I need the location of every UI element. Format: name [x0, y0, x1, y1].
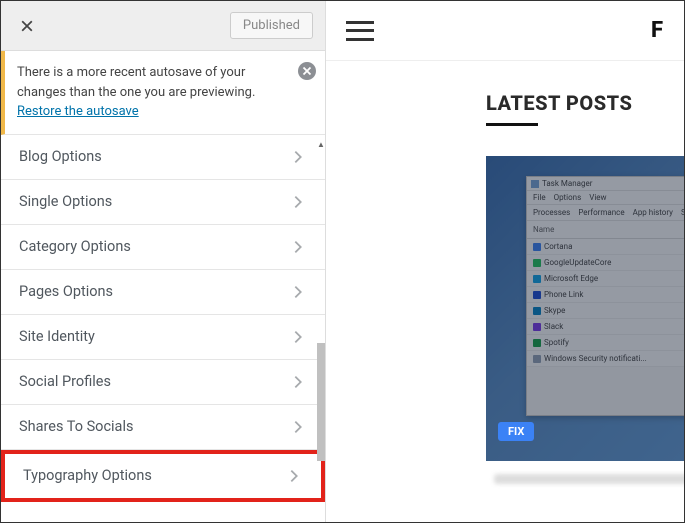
- publish-status-button[interactable]: Published: [230, 12, 313, 39]
- hamburger-menu-button[interactable]: [346, 21, 374, 41]
- chevron-right-icon: [285, 467, 303, 485]
- menu-item-label: Social Profiles: [19, 373, 111, 390]
- menu-item-label: Category Options: [19, 238, 131, 255]
- dismiss-notice-button[interactable]: [297, 61, 317, 81]
- chevron-right-icon: [289, 418, 307, 436]
- menu-item-social-profiles[interactable]: Social Profiles: [1, 360, 325, 405]
- menu-item-label: Site Identity: [19, 328, 95, 345]
- menu-item-site-identity[interactable]: Site Identity: [1, 315, 325, 360]
- menu-item-label: Single Options: [19, 193, 112, 210]
- site-logo-fragment: F: [651, 18, 664, 43]
- menu-item-label: Pages Options: [19, 283, 113, 300]
- chevron-right-icon: [289, 283, 307, 301]
- chevron-right-icon: [289, 373, 307, 391]
- menu-item-label: Typography Options: [23, 467, 152, 484]
- chevron-right-icon: [289, 328, 307, 346]
- menu-item-typography-options[interactable]: Typography Options: [1, 450, 325, 502]
- menu-item-pages-options[interactable]: Pages Options: [1, 270, 325, 315]
- scroll-up-arrow-icon[interactable]: ▲: [317, 140, 325, 148]
- latest-posts-heading: LATEST POSTS: [486, 91, 684, 115]
- menu-item-label: Shares To Socials: [19, 418, 133, 435]
- customizer-menu: Blog Options Single Options Category Opt…: [1, 135, 325, 523]
- heading-underline: [486, 123, 538, 126]
- chevron-right-icon: [289, 193, 307, 211]
- menu-item-shares-to-socials[interactable]: Shares To Socials: [1, 405, 325, 450]
- menu-item-single-options[interactable]: Single Options: [1, 180, 325, 225]
- sidebar-scrollbar[interactable]: ▲: [317, 140, 325, 523]
- preview-header: F: [326, 1, 684, 61]
- menu-item-blog-options[interactable]: Blog Options: [1, 135, 325, 180]
- menu-item-category-options[interactable]: Category Options: [1, 225, 325, 270]
- chevron-right-icon: [289, 148, 307, 166]
- preview-body: LATEST POSTS Task Manager File Options V…: [326, 61, 684, 496]
- close-customizer-button[interactable]: [13, 12, 41, 40]
- notice-text: There is a more recent autosave of your …: [17, 65, 255, 100]
- menu-item-label: Blog Options: [19, 148, 102, 165]
- chevron-right-icon: [289, 238, 307, 256]
- scrollbar-thumb[interactable]: [317, 343, 325, 461]
- thumbnail-overlay: [486, 156, 684, 496]
- post-title-placeholder: [494, 474, 684, 484]
- site-preview: F LATEST POSTS Task Manager File Options…: [326, 1, 684, 522]
- customizer-sidebar: Published There is a more recent autosav…: [1, 1, 326, 522]
- restore-autosave-link[interactable]: Restore the autosave: [17, 104, 139, 119]
- post-title-strip: [486, 461, 684, 496]
- close-icon: [19, 18, 35, 34]
- post-card[interactable]: Task Manager File Options View Processes…: [486, 156, 684, 496]
- dismiss-icon: [297, 61, 317, 81]
- sidebar-header: Published: [1, 1, 325, 51]
- fix-badge: FIX: [498, 422, 534, 441]
- autosave-notice: There is a more recent autosave of your …: [1, 51, 325, 135]
